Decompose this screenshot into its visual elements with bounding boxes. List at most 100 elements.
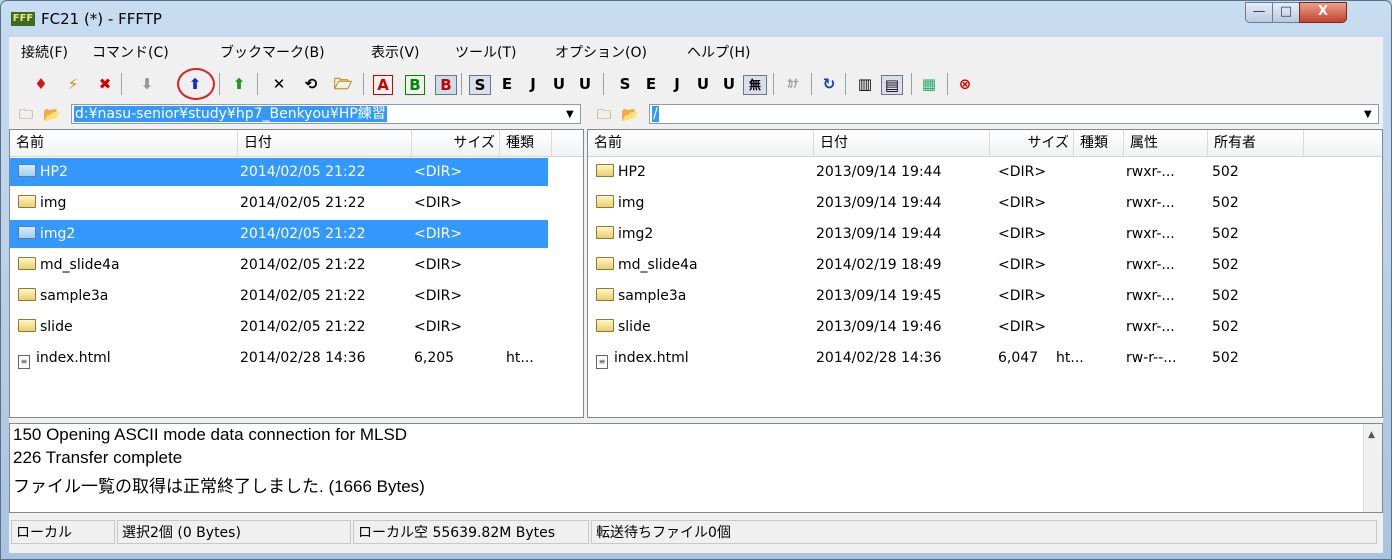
refresh-icon[interactable]: ↻ bbox=[817, 73, 841, 95]
cell-date: 2014/02/05 21:22 bbox=[240, 250, 410, 280]
menu-connect[interactable]: 接続(F) bbox=[21, 42, 68, 62]
chevron-down-icon[interactable]: ▼ bbox=[566, 109, 574, 120]
rename-icon[interactable]: ⟲ bbox=[299, 73, 323, 95]
file-icon: ≡ bbox=[596, 355, 608, 369]
cell-type bbox=[506, 188, 550, 218]
cell-text: img bbox=[618, 195, 645, 211]
table-row[interactable]: md_slide4a 2014/02/19 18:49 <DIR> rwxr-... 5… bbox=[588, 250, 1382, 280]
remote-path-input[interactable]: / ▼ bbox=[649, 104, 1379, 124]
local-path-input[interactable]: d:¥nasu-senior¥study¥hp7_Benkyou¥HP練習 ▼ bbox=[71, 104, 581, 124]
remote-euc-icon[interactable]: E bbox=[639, 73, 663, 95]
table-row[interactable]: md_slide4a 2014/02/05 21:22 <DIR> bbox=[10, 250, 583, 280]
minimize-button[interactable]: — bbox=[1245, 2, 1273, 23]
log-scrollbar[interactable]: ▲ bbox=[1363, 424, 1382, 512]
title-bar[interactable]: FFF FC21 (*) - FFFTP — □ X bbox=[1, 1, 1391, 37]
table-row[interactable]: slide 2014/02/05 21:22 <DIR> bbox=[10, 312, 583, 342]
remote-sjis-icon[interactable]: S bbox=[613, 73, 637, 95]
menu-tools[interactable]: ツール(T) bbox=[455, 42, 516, 62]
mirror-upload-icon[interactable]: ⬆ bbox=[227, 73, 251, 95]
sjis-icon[interactable]: S bbox=[469, 75, 491, 95]
quick-connect-icon[interactable]: ⚡ bbox=[61, 73, 85, 95]
folder-icon bbox=[18, 164, 36, 177]
cell-text: md_slide4a bbox=[40, 257, 120, 273]
cell-text: rwxr-... bbox=[1126, 288, 1175, 304]
menu-options[interactable]: オプション(O) bbox=[555, 42, 647, 62]
no-conversion-icon[interactable]: 無 bbox=[743, 75, 767, 95]
cell-text: ht... bbox=[506, 350, 534, 366]
remote-jis-icon[interactable]: J bbox=[665, 73, 689, 95]
maximize-button[interactable]: □ bbox=[1272, 2, 1300, 23]
table-row[interactable]: HP2 2014/02/05 21:22 <DIR> bbox=[10, 157, 583, 187]
ascii-mode-icon[interactable]: A bbox=[373, 75, 393, 95]
status-free-space: ローカル空 55639.82M Bytes bbox=[353, 520, 589, 544]
cell-date: 2013/09/14 19:44 bbox=[816, 219, 986, 249]
close-button[interactable]: X bbox=[1299, 2, 1347, 23]
column-date-header[interactable]: 日付 bbox=[238, 130, 412, 156]
disconnect-icon[interactable]: ✖ bbox=[93, 73, 117, 95]
table-row[interactable]: img2 2013/09/14 19:44 <DIR> rwxr-... 502 bbox=[588, 219, 1382, 249]
cell-date: 2014/02/05 21:22 bbox=[240, 312, 410, 342]
cell-type bbox=[1056, 157, 1096, 187]
menu-help[interactable]: ヘルプ(H) bbox=[687, 42, 750, 62]
log-panel[interactable]: 150 Opening ASCII mode data connection f… bbox=[9, 423, 1383, 513]
auto-mode-icon[interactable]: B bbox=[435, 75, 457, 95]
column-name-header[interactable]: 名前 bbox=[588, 130, 814, 156]
table-row[interactable]: img 2014/02/05 21:22 <DIR> bbox=[10, 188, 583, 218]
chevron-down-icon[interactable]: ▼ bbox=[1364, 109, 1372, 120]
remote-open-folder-icon[interactable]: 📂 bbox=[619, 105, 641, 125]
remote-up-folder-icon[interactable]: 🗀 bbox=[593, 105, 615, 125]
menu-view[interactable]: 表示(V) bbox=[371, 42, 420, 62]
menu-bookmark[interactable]: ブックマーク(B) bbox=[220, 42, 325, 62]
abort-icon[interactable]: ⊗ bbox=[953, 73, 977, 95]
cell-name: ≡ index.html bbox=[18, 343, 236, 373]
table-row[interactable]: slide 2013/09/14 19:46 <DIR> rwxr-... 502 bbox=[588, 312, 1382, 342]
local-up-folder-icon[interactable]: 🗀 bbox=[15, 105, 37, 125]
remote-utf8-icon[interactable]: U bbox=[691, 73, 715, 95]
detail-view-icon[interactable]: ▤ bbox=[881, 75, 903, 95]
column-size-header[interactable]: サイズ bbox=[990, 130, 1074, 156]
sync-browse-icon[interactable]: ▦ bbox=[917, 73, 941, 95]
binary-mode-icon[interactable]: B bbox=[405, 75, 425, 95]
table-row[interactable]: ≡ index.html 2014/02/28 14:36 6,047 ht... rw-… bbox=[588, 343, 1382, 373]
utf8bom-icon[interactable]: U bbox=[573, 73, 597, 95]
utf8-icon[interactable]: U bbox=[547, 73, 571, 95]
local-open-folder-icon[interactable]: 📂 bbox=[41, 105, 63, 125]
column-type-header[interactable]: 種類 bbox=[1074, 130, 1124, 156]
local-file-list[interactable]: 名前 日付 サイズ 種類 HP2 2014/02/05 21:22 <DIR> img… bbox=[9, 129, 584, 418]
table-row[interactable]: img 2013/09/14 19:44 <DIR> rwxr-... 502 bbox=[588, 188, 1382, 218]
column-type-header[interactable]: 種類 bbox=[500, 130, 552, 156]
cell-text: img2 bbox=[40, 226, 76, 242]
table-row[interactable]: img2 2014/02/05 21:22 <DIR> bbox=[10, 219, 583, 249]
remote-file-list[interactable]: 名前 日付 サイズ 種類 属性 所有者 HP2 2013/09/14 19:44 <… bbox=[587, 129, 1383, 418]
table-row[interactable]: HP2 2013/09/14 19:44 <DIR> rwxr-... 502 bbox=[588, 157, 1382, 187]
connect-icon[interactable]: ♦ bbox=[29, 73, 53, 95]
list-view-icon[interactable]: ▥ bbox=[853, 73, 877, 95]
scroll-up-icon[interactable]: ▲ bbox=[1368, 430, 1375, 440]
table-row[interactable]: ≡ index.html 2014/02/28 14:36 6,205 ht... bbox=[10, 343, 583, 373]
cell-text: 2013/09/14 19:44 bbox=[816, 226, 942, 242]
delete-icon[interactable]: ✕ bbox=[267, 73, 291, 95]
cell-text: 502 bbox=[1212, 288, 1239, 304]
folder-icon bbox=[596, 164, 614, 177]
cell-type bbox=[506, 250, 550, 280]
kana-icon[interactable]: ｶﾅ bbox=[781, 73, 805, 95]
mkdir-icon[interactable]: 🗁 bbox=[331, 73, 355, 95]
table-row[interactable]: sample3a 2013/09/14 19:45 <DIR> rwxr-... 502 bbox=[588, 281, 1382, 311]
column-name-header[interactable]: 名前 bbox=[10, 130, 238, 156]
log-line: ファイル一覧の取得は正常終了しました. (1666 Bytes) bbox=[13, 477, 425, 496]
column-size-header[interactable]: サイズ bbox=[412, 130, 500, 156]
cell-text: 2014/02/28 14:36 bbox=[816, 350, 942, 366]
menu-command[interactable]: コマンド(C) bbox=[92, 42, 169, 62]
table-row[interactable]: sample3a 2014/02/05 21:22 <DIR> bbox=[10, 281, 583, 311]
download-icon[interactable]: ⬇ bbox=[135, 73, 159, 95]
column-owner-header[interactable]: 所有者 bbox=[1208, 130, 1304, 156]
cell-name: sample3a bbox=[18, 281, 236, 311]
column-attr-header[interactable]: 属性 bbox=[1124, 130, 1208, 156]
euc-icon[interactable]: E bbox=[495, 73, 519, 95]
remote-utf8bom-icon[interactable]: U bbox=[717, 73, 741, 95]
jis-icon[interactable]: J bbox=[521, 73, 545, 95]
local-list-header: 名前 日付 サイズ 種類 bbox=[10, 130, 583, 157]
remote-path-text: / bbox=[652, 106, 659, 122]
column-date-header[interactable]: 日付 bbox=[814, 130, 990, 156]
cell-type bbox=[506, 157, 550, 187]
